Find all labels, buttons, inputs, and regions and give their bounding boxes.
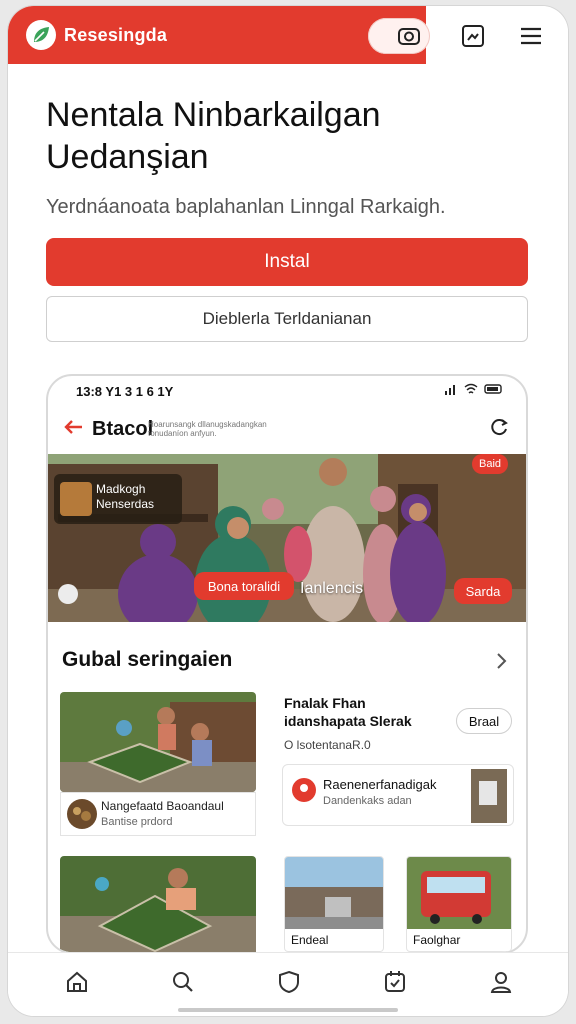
tile-3-label: Faolghar — [413, 933, 461, 947]
image-icon — [462, 25, 484, 47]
bus-photo — [407, 857, 511, 929]
feature-subtitle: O lsotentanaR.0 — [284, 738, 371, 752]
card-1-title: Nangefaatd Baoandaul — [101, 799, 224, 813]
camera-pill-button[interactable] — [368, 18, 430, 54]
tile-2-label: Endeal — [291, 933, 329, 947]
app-bar: Btacol Hoarunsangk dllanugskadangkan ton… — [48, 406, 526, 452]
nav-search[interactable] — [168, 967, 198, 997]
home-indicator — [178, 1008, 398, 1012]
back-button[interactable] — [62, 418, 84, 441]
app-meta: Hoarunsangk dllanugskadangkan tonudaníon… — [148, 420, 267, 438]
calendar-icon — [385, 971, 405, 992]
wifi-icon — [464, 383, 478, 394]
hamburger-icon — [521, 27, 541, 45]
feature-button[interactable]: Braal — [456, 708, 512, 734]
shield-icon — [279, 970, 299, 994]
app-frame: Resesingda Nentala Ninbarkailgan Uedanşi… — [8, 6, 568, 1016]
menu-button[interactable] — [516, 21, 546, 51]
battery-icon — [484, 384, 502, 394]
top-bar: Resesingda — [8, 6, 568, 64]
phone-preview: 13:8 Y1 3 1 6 1Y Btacol Hoarunsangk dlla… — [46, 374, 528, 954]
app-title: Btacol — [92, 418, 154, 440]
banner-card-thumb — [60, 482, 92, 516]
location-pin-icon — [292, 778, 316, 802]
banner-card-line-2: Nenserdas — [96, 497, 155, 511]
refresh-button[interactable] — [488, 416, 510, 443]
refresh-icon — [491, 419, 508, 436]
leaf-logo-icon[interactable] — [26, 20, 56, 50]
status-time: 13:8 Y1 3 1 6 1Y — [76, 384, 174, 399]
install-button[interactable]: Instal — [46, 238, 528, 286]
banner-chip-center[interactable]: Bona toralidi — [194, 572, 294, 600]
nav-home[interactable] — [62, 967, 92, 997]
info-card-title: Raenenerfanadigak — [323, 777, 437, 792]
image-button[interactable] — [458, 21, 488, 51]
info-card[interactable]: Raenenerfanadigak Dandenkaks adan — [282, 764, 514, 826]
card-1-image[interactable] — [60, 692, 256, 792]
banner-chip-top[interactable]: Baid — [472, 454, 508, 474]
harvest-photo — [60, 692, 256, 792]
camera-icon — [398, 28, 420, 45]
page-subtitle: Yerdnáanoata baplahanlan Linngal Rarkaig… — [46, 196, 446, 218]
banner-card[interactable]: Madkogh Nenserdas — [54, 474, 182, 524]
search-icon — [173, 972, 193, 992]
section-title: Gubal seringaien — [62, 648, 233, 671]
signal-icon — [445, 385, 455, 395]
secondary-button[interactable]: Dieblerla Terldanianan — [46, 296, 528, 342]
home-icon — [67, 971, 87, 992]
arrow-left-icon — [64, 420, 82, 434]
bottom-nav — [8, 952, 568, 1016]
info-card-photo — [471, 769, 507, 823]
banner-caption: Ianlencis — [300, 580, 364, 597]
chevron-right-icon — [497, 653, 507, 669]
section-more-button[interactable] — [496, 652, 508, 675]
tile-2[interactable]: Endeal — [284, 856, 384, 952]
profile-icon — [490, 972, 512, 993]
page-title: Nentala Ninbarkailgan Uedanşian — [46, 94, 516, 178]
card-1-subtitle: Bantise prdord — [101, 816, 173, 828]
status-bar: 13:8 Y1 3 1 6 1Y — [48, 376, 526, 406]
nav-shield[interactable] — [274, 967, 304, 997]
banner-card-line-1: Madkogh — [96, 482, 146, 496]
status-icons — [444, 383, 504, 395]
street-photo — [285, 857, 383, 929]
nav-profile[interactable] — [486, 967, 516, 997]
sorting-photo — [60, 856, 256, 952]
title-line-2: Uedanşian — [46, 138, 209, 176]
brand-name: Resesingda — [64, 25, 168, 45]
tile-3[interactable]: Faolghar — [406, 856, 512, 952]
banner-chip-right[interactable]: Sarda — [454, 578, 512, 604]
card-1-caption[interactable]: Nangefaatd Baoandaul Bantise prdord — [60, 792, 256, 836]
card-1-thumb — [67, 799, 97, 829]
title-line-1: Nentala Ninbarkailgan — [46, 96, 381, 134]
nav-calendar[interactable] — [380, 967, 410, 997]
feature-title: Fnalak Fhan idanshapata Slerak — [284, 695, 412, 729]
card-2-image[interactable] — [60, 856, 256, 952]
hero-banner[interactable]: Madkogh Nenserdas Baid Bona toralidi Ian… — [48, 454, 526, 622]
info-card-subtitle: Dandenkaks adan — [323, 795, 412, 807]
